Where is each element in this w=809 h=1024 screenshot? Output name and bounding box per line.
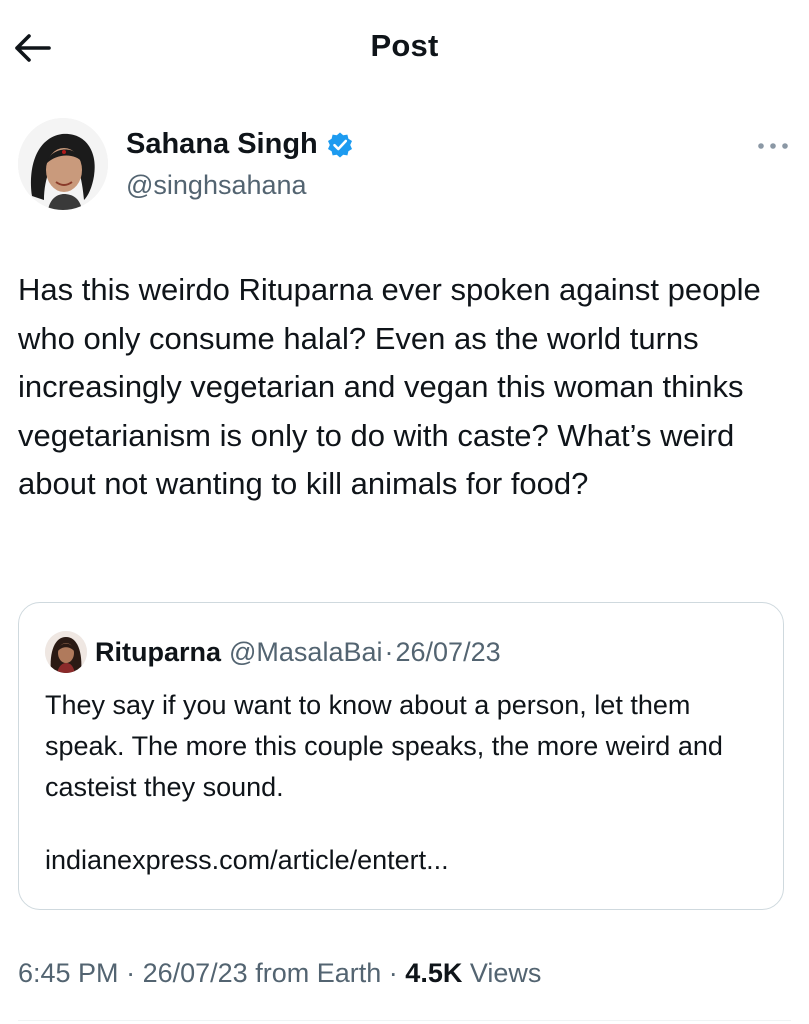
quoted-author-avatar[interactable]	[45, 631, 87, 673]
author-header: Sahana Singh @singhsahana	[18, 118, 793, 214]
tweet-time: 6:45 PM	[18, 958, 119, 988]
top-bar: Post	[0, 0, 809, 92]
verified-badge-icon	[326, 131, 354, 159]
quoted-author-handle: @MasalaBai	[229, 636, 383, 667]
separator-dot: ·	[388, 958, 398, 988]
more-options-button[interactable]	[753, 132, 793, 160]
avatar-portrait	[18, 118, 108, 210]
quoted-tweet[interactable]: Rituparna @MasalaBai · 26/07/23 They say i…	[18, 602, 784, 910]
author-name-row: Sahana Singh	[126, 128, 354, 161]
quoted-tweet-text: They say if you want to know about a per…	[45, 690, 723, 802]
divider	[18, 1020, 791, 1021]
tweet-text: Has this weirdo Rituparna ever spoken ag…	[18, 272, 761, 501]
more-horizontal-icon	[758, 143, 788, 149]
tweet-source: from Earth	[255, 958, 382, 988]
quoted-tweet-header: Rituparna @MasalaBai · 26/07/23	[45, 631, 501, 673]
author-avatar[interactable]	[18, 118, 108, 210]
tweet-date: 26/07/23	[142, 958, 248, 988]
quoted-avatar-portrait	[45, 631, 87, 673]
separator-dot: ·	[384, 636, 394, 667]
quoted-tweet-link[interactable]: indianexpress.com/article/entert...	[45, 845, 449, 876]
quoted-author-name: Rituparna	[95, 636, 222, 667]
author-handle[interactable]: @singhsahana	[126, 170, 307, 201]
separator-dot: ·	[126, 958, 136, 988]
page-title: Post	[370, 28, 439, 63]
views-label: Views	[469, 958, 542, 988]
author-name[interactable]: Sahana Singh	[126, 128, 318, 161]
views-count: 4.5K	[405, 958, 463, 988]
tweet-metadata: 6:45 PM · 26/07/23 from Earth · 4.5K Vie…	[18, 958, 541, 989]
quoted-date: 26/07/23	[395, 636, 501, 667]
